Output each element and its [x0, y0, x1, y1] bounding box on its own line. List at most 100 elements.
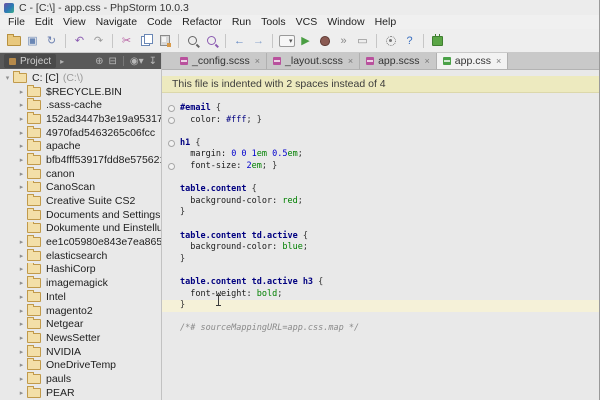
- tree-item--sass-cache[interactable]: ▸ .sass-cache: [0, 98, 161, 112]
- redo-icon[interactable]: ↷: [90, 33, 107, 49]
- tab-close-icon[interactable]: ×: [255, 56, 260, 66]
- restore-layout-icon[interactable]: ▭: [354, 33, 371, 49]
- tree-item-newssetter[interactable]: ▸ NewsSetter: [0, 331, 161, 345]
- tree-item-bfb4fff53917fdd8e575621ff0286a4[interactable]: ▸ bfb4fff53917fdd8e575621ff0286a4: [0, 153, 161, 167]
- debug-icon[interactable]: [316, 33, 333, 49]
- code-line: }: [162, 207, 599, 219]
- expand-chevron-icon[interactable]: ▸: [16, 238, 27, 246]
- expand-chevron-icon[interactable]: ▸: [16, 279, 27, 287]
- editor-body[interactable]: This file is indented with 2 spaces inst…: [162, 70, 599, 400]
- expand-chevron-icon[interactable]: ▸: [16, 156, 27, 164]
- back-icon[interactable]: ←: [231, 33, 248, 49]
- expand-chevron-icon[interactable]: ▸: [16, 101, 27, 109]
- expand-chevron-icon[interactable]: ▸: [16, 389, 27, 397]
- run-icon[interactable]: ▶: [297, 33, 314, 49]
- expand-chevron-icon[interactable]: ▸: [16, 129, 27, 137]
- code-editor[interactable]: #email { color: #fff; } h1 { margin: 0 0 …: [162, 93, 599, 335]
- open-file-icon[interactable]: [5, 33, 22, 49]
- tree-item-pauls[interactable]: ▸ pauls: [0, 372, 161, 386]
- expand-chevron-icon[interactable]: ▸: [16, 348, 27, 356]
- tree-item-4970fad5463265c06fcc[interactable]: ▸ 4970fad5463265c06fcc: [0, 125, 161, 140]
- tree-item-documents-and-settings[interactable]: Documents and Settings: [0, 207, 161, 222]
- fold-marker-icon[interactable]: [167, 163, 175, 171]
- tab-label: app.scss: [378, 55, 420, 67]
- tree-item-apache[interactable]: ▸ apache: [0, 139, 161, 153]
- menu-refactor[interactable]: Refactor: [177, 16, 227, 28]
- tab-_layout.scss[interactable]: _layout.scss ×: [267, 53, 361, 69]
- collapse-all-icon[interactable]: ⊟: [108, 56, 116, 67]
- tree-item-pear[interactable]: ▸ PEAR: [0, 385, 161, 400]
- tree-item-creative-suite-cs2[interactable]: Creative Suite CS2: [0, 194, 161, 208]
- collapse-chevron-icon[interactable]: ▾: [2, 74, 13, 82]
- expand-chevron-icon[interactable]: ▸: [16, 88, 27, 96]
- fold-marker-icon[interactable]: [167, 140, 175, 148]
- menu-help[interactable]: Help: [370, 16, 402, 28]
- tree-item-netgear[interactable]: ▸ Netgear: [0, 317, 161, 331]
- tree-item-ee1c05980e843e7ea865de091f68b[interactable]: ▸ ee1c05980e843e7ea865de091f68b: [0, 235, 161, 249]
- project-tab[interactable]: Project: [4, 54, 57, 68]
- tree-item-imagemagick[interactable]: ▸ imagemagick: [0, 276, 161, 290]
- expand-chevron-icon[interactable]: ▸: [16, 375, 27, 383]
- menu-code[interactable]: Code: [142, 16, 177, 28]
- menu-view[interactable]: View: [58, 16, 91, 28]
- fold-marker-icon[interactable]: [167, 116, 175, 124]
- tab-app.scss[interactable]: app.scss ×: [360, 53, 437, 69]
- menu-vcs[interactable]: VCS: [291, 16, 323, 28]
- expand-chevron-icon[interactable]: ▸: [16, 265, 27, 273]
- tree-item-152ad3447b3e19a953179b5bbc7a[interactable]: ▸ 152ad3447b3e19a953179b5bbc7a: [0, 112, 161, 126]
- tree-item-onedrivetemp[interactable]: ▸ OneDriveTemp: [0, 358, 161, 372]
- menu-run[interactable]: Run: [227, 16, 256, 28]
- copy-icon[interactable]: [137, 33, 154, 49]
- expand-chevron-icon[interactable]: ▸: [16, 320, 27, 328]
- expand-chevron-icon[interactable]: ▸: [16, 334, 27, 342]
- expand-chevron-icon[interactable]: ▸: [16, 293, 27, 301]
- tree-root-row[interactable]: ▾ C: [C] (C:\): [0, 71, 161, 85]
- paste-icon[interactable]: [156, 33, 173, 49]
- help-icon[interactable]: ?: [401, 33, 418, 49]
- tab-_config.scss[interactable]: _config.scss ×: [174, 53, 268, 69]
- project-header-chevron-icon[interactable]: ▸: [60, 57, 64, 66]
- synchronize-icon[interactable]: ↻: [43, 33, 60, 49]
- tree-item-intel[interactable]: ▸ Intel: [0, 290, 161, 304]
- tree-item-canoscan[interactable]: ▸ CanoScan: [0, 180, 161, 195]
- expand-chevron-icon[interactable]: ▸: [16, 170, 27, 178]
- forward-icon[interactable]: →: [250, 33, 267, 49]
- scroll-from-source-icon[interactable]: ⊕: [95, 56, 103, 67]
- tree-item-canon[interactable]: ▸ canon: [0, 166, 161, 181]
- save-all-icon[interactable]: ▣: [24, 33, 41, 49]
- tree-item-hashicorp[interactable]: ▸ HashiCorp: [0, 262, 161, 277]
- expand-chevron-icon[interactable]: ▸: [16, 142, 27, 150]
- menu-file[interactable]: File: [3, 16, 30, 28]
- run-configurations-icon[interactable]: ▾: [278, 33, 295, 49]
- menu-navigate[interactable]: Navigate: [91, 16, 142, 28]
- menu-tools[interactable]: Tools: [256, 16, 291, 28]
- view-options-icon[interactable]: ◉▾: [130, 56, 144, 67]
- find-icon[interactable]: [184, 33, 201, 49]
- tree-item-nvidia[interactable]: ▸ NVIDIA: [0, 344, 161, 359]
- tree-item-dokumente-und-einstellungen[interactable]: Dokumente und Einstellungen: [0, 221, 161, 236]
- undo-icon[interactable]: ↶: [71, 33, 88, 49]
- code-token: }: [180, 207, 186, 218]
- menu-window[interactable]: Window: [322, 16, 369, 28]
- expand-chevron-icon[interactable]: ▸: [16, 183, 27, 191]
- tree-item--recycle-bin[interactable]: ▸ $RECYCLE.BIN: [0, 84, 161, 99]
- tree-item-elasticsearch[interactable]: ▸ elasticsearch: [0, 248, 161, 263]
- tab-close-icon[interactable]: ×: [348, 56, 353, 66]
- run-with-coverage-icon[interactable]: »: [335, 33, 352, 49]
- replace-icon[interactable]: [203, 33, 220, 49]
- expand-chevron-icon[interactable]: ▸: [16, 361, 27, 369]
- tab-close-icon[interactable]: ×: [425, 56, 430, 66]
- expand-chevron-icon[interactable]: ▸: [16, 252, 27, 260]
- hide-panel-icon[interactable]: ↧: [149, 56, 157, 67]
- expand-chevron-icon[interactable]: ▸: [16, 307, 27, 315]
- settings-icon[interactable]: [382, 33, 399, 49]
- plugin-icon[interactable]: [429, 33, 446, 49]
- cut-icon[interactable]: ✂: [118, 33, 135, 49]
- tree-item-magento2[interactable]: ▸ magento2: [0, 303, 161, 318]
- fold-marker-icon[interactable]: [167, 105, 175, 113]
- expand-chevron-icon[interactable]: ▸: [16, 115, 27, 123]
- menu-edit[interactable]: Edit: [30, 16, 58, 28]
- tab-close-icon[interactable]: ×: [496, 56, 501, 66]
- tab-app.css[interactable]: app.css ×: [436, 53, 509, 69]
